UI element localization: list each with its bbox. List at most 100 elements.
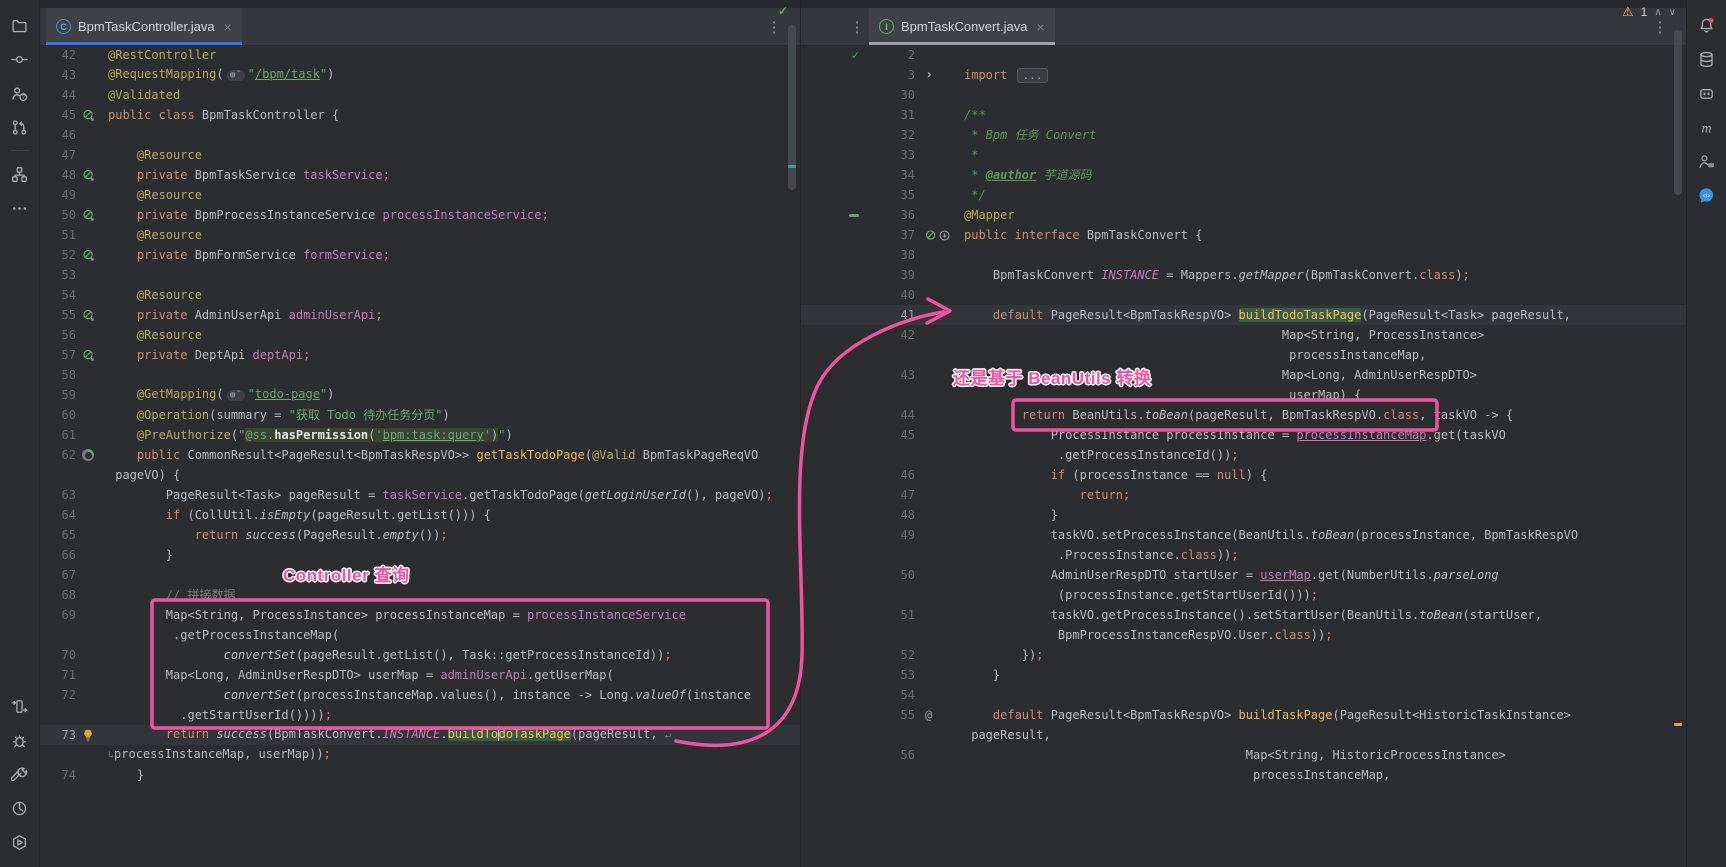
line-number[interactable]: 56 (863, 745, 915, 765)
code-text[interactable]: @RequestMapping("/bpm/task") (104, 64, 800, 86)
code-line[interactable]: 47 return; (801, 485, 1686, 505)
code-line[interactable]: 50 AdminUserRespDTO startUser = userMap.… (801, 565, 1686, 585)
code-text[interactable]: }); (959, 645, 1686, 665)
code-text[interactable]: @Operation(summary = "获取 Todo 待办任务分页") (104, 405, 800, 425)
code-text[interactable]: if (processInstance == null) { (959, 465, 1686, 485)
code-text[interactable]: processInstanceMap, (959, 765, 1686, 785)
code-line[interactable]: 32 * Bpm 任务 Convert (801, 125, 1686, 145)
line-number[interactable]: 55 (40, 305, 76, 325)
code-text[interactable]: default PageResult<BpmTaskRespVO> buildT… (959, 705, 1686, 725)
code-line[interactable]: 44 return BeanUtils.toBean(pageResult, B… (801, 405, 1686, 425)
code-line[interactable]: 61 @PreAuthorize("@ss.hasPermission('bpm… (40, 425, 800, 445)
code-line[interactable]: 30 (801, 85, 1686, 105)
line-number[interactable]: 67 (40, 565, 76, 585)
code-text[interactable]: pageResult, (959, 725, 1686, 745)
line-number[interactable]: 33 (863, 145, 915, 165)
line-number[interactable]: 65 (40, 525, 76, 545)
annotation-gutter-icon[interactable]: @ (915, 705, 959, 725)
code-line[interactable]: 60 @Operation(summary = "获取 Todo 待办任务分页"… (40, 405, 800, 425)
code-line[interactable]: 54 @Resource (40, 285, 800, 305)
code-line[interactable]: 66 } (40, 545, 800, 565)
code-line[interactable]: processInstanceMap, userMap)); (40, 745, 800, 765)
code-line[interactable]: 52 }); (801, 645, 1686, 665)
line-number[interactable]: 2 (863, 45, 915, 65)
line-number[interactable]: 60 (40, 405, 76, 425)
spring-bean-icon[interactable] (76, 249, 104, 262)
code-text[interactable]: Map<String, HistoricProcessInstance> (959, 745, 1686, 765)
code-text[interactable]: @Validated (104, 85, 800, 105)
line-number[interactable]: 66 (40, 545, 76, 565)
code-line[interactable]: 46 if (processInstance == null) { (801, 465, 1686, 485)
line-number[interactable]: 45 (40, 105, 76, 125)
run-icon[interactable] (6, 692, 34, 720)
line-number[interactable]: 47 (863, 485, 915, 505)
code-text[interactable]: @Mapper (959, 205, 1686, 225)
line-number[interactable]: 69 (40, 605, 76, 625)
code-text[interactable]: return BeanUtils.toBean(pageResult, BpmT… (959, 405, 1686, 425)
code-text[interactable]: @Resource (104, 185, 800, 205)
line-number[interactable]: 71 (40, 665, 76, 685)
line-number[interactable]: 48 (40, 165, 76, 185)
code-text[interactable]: .getStartUserId()))); (104, 705, 800, 725)
project-icon[interactable] (6, 11, 34, 39)
code-line[interactable]: 56 @Resource (40, 325, 800, 345)
line-number[interactable]: 68 (40, 585, 76, 605)
code-line[interactable]: 63 PageResult<Task> pageResult = taskSer… (40, 485, 800, 505)
notifications-icon[interactable] (1693, 11, 1721, 39)
build-icon[interactable] (6, 760, 34, 788)
code-line[interactable]: 53 } (801, 665, 1686, 685)
code-text[interactable]: PageResult<Task> pageResult = taskServic… (104, 485, 800, 505)
code-line[interactable]: 40 (801, 285, 1686, 305)
line-number[interactable]: 32 (863, 125, 915, 145)
code-line[interactable]: (processInstance.getStartUserId())); (801, 585, 1686, 605)
line-number[interactable]: 73 (40, 725, 76, 745)
code-line[interactable]: 72 convertSet(processInstanceMap.values(… (40, 685, 800, 705)
tab-bpmtaskconvert[interactable]: I BpmTaskConvert.java (869, 8, 1055, 45)
debug-icon[interactable] (6, 726, 34, 754)
remote-dev-icon[interactable]: ? (6, 79, 34, 107)
line-number[interactable]: 43 (40, 65, 76, 85)
code-line[interactable]: 43 Map<Long, AdminUserRespDTO> (801, 365, 1686, 385)
spring-bean-icon[interactable] (76, 169, 104, 182)
code-text[interactable]: @RestController (104, 45, 800, 65)
intention-bulb-icon[interactable] (76, 728, 104, 742)
code-line[interactable]: 56 Map<String, HistoricProcessInstance> (801, 745, 1686, 765)
code-line[interactable]: 45 ProcessInstance processInstance = pro… (801, 425, 1686, 445)
structure-icon[interactable] (6, 160, 34, 188)
code-text[interactable]: Map<String, ProcessInstance> processInst… (104, 605, 800, 625)
code-with-me-icon[interactable] (1693, 147, 1721, 175)
line-number[interactable]: 53 (40, 265, 76, 285)
line-number[interactable]: 57 (40, 345, 76, 365)
code-line[interactable]: 43 @RequestMapping("/bpm/task") (40, 65, 800, 85)
line-number[interactable]: 52 (40, 245, 76, 265)
line-number[interactable]: 51 (40, 225, 76, 245)
line-number[interactable]: 40 (863, 285, 915, 305)
line-number[interactable]: 35 (863, 185, 915, 205)
code-text[interactable]: convertSet(pageResult.getList(), Task::g… (104, 645, 800, 665)
code-line[interactable]: 73 return success(BpmTaskConvert.INSTANC… (40, 725, 800, 745)
code-text[interactable]: private BpmTaskService taskService; (104, 165, 800, 185)
code-line[interactable]: 48 } (801, 505, 1686, 525)
pull-requests-icon[interactable] (6, 113, 34, 141)
line-number[interactable]: 48 (863, 505, 915, 525)
code-text[interactable]: @GetMapping("todo-page") (104, 384, 800, 406)
line-number[interactable]: 44 (863, 405, 915, 425)
prev-problem-icon[interactable] (1654, 7, 1661, 18)
code-editor-right[interactable]: 23import ...3031/**32 * Bpm 任务 Convert33… (801, 45, 1686, 867)
code-line[interactable]: .getStartUserId()))); (40, 705, 800, 725)
spring-bean-icon[interactable] (76, 309, 104, 322)
code-line[interactable]: 42 Map<String, ProcessInstance> (801, 325, 1686, 345)
line-number[interactable]: 51 (863, 605, 915, 625)
code-line[interactable]: 69 Map<String, ProcessInstance> processI… (40, 605, 800, 625)
line-number[interactable]: 58 (40, 365, 76, 385)
code-text[interactable]: @Resource (104, 285, 800, 305)
code-text[interactable]: private BpmProcessInstanceService proces… (104, 205, 800, 225)
code-line[interactable]: 55 private AdminUserApi adminUserApi; (40, 305, 800, 325)
line-number[interactable]: 49 (40, 185, 76, 205)
line-number[interactable]: 63 (40, 485, 76, 505)
code-line[interactable]: 41 default PageResult<BpmTaskRespVO> bui… (801, 305, 1686, 325)
code-line[interactable]: 53 (40, 265, 800, 285)
code-line[interactable]: 47 @Resource (40, 145, 800, 165)
code-line[interactable]: 57 private DeptApi deptApi; (40, 345, 800, 365)
line-number[interactable]: 37 (863, 225, 915, 245)
